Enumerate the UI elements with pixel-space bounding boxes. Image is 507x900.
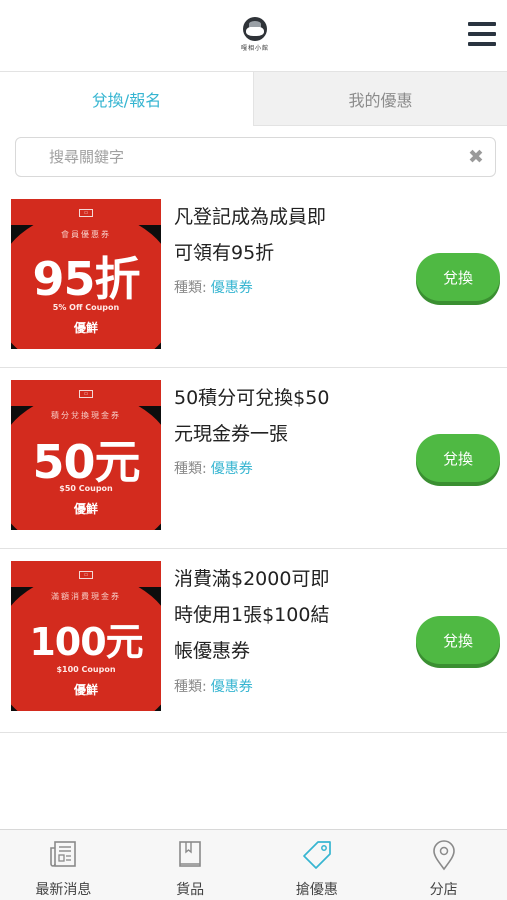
nav-label: 搶優惠 <box>295 882 338 898</box>
coupon-type-label: 種類: <box>174 679 207 695</box>
nav-label: 貨品 <box>176 882 205 898</box>
coupon-type: 種類: 優惠券 <box>174 277 253 297</box>
coupon-title-line: 元現金券一張 <box>174 423 289 445</box>
coupon-title-line: 消費滿$2000可即 <box>174 568 330 590</box>
tag-icon <box>303 841 331 869</box>
coupon-type-label: 種類: <box>174 280 207 296</box>
nav-item-branches[interactable]: 分店 <box>380 830 507 900</box>
coupon-title-line: 50積分可兌換$50 <box>174 387 330 409</box>
coupon-image-subtitle: 5% Off Coupon <box>52 303 120 312</box>
nav-item-products[interactable]: 貨品 <box>127 830 254 900</box>
coupon-title-line: 帳優惠券 <box>174 640 251 662</box>
coupon-image[interactable]: ▭ 滿額消費現金券 100元 $100 Coupon 優鮮 <box>11 561 161 711</box>
brand-logo[interactable]: 嘎相小館 <box>239 17 271 57</box>
coupon-image-subtitle: $100 Coupon <box>56 665 116 674</box>
coupon-image-brand: 優鮮 <box>73 321 98 335</box>
newspaper-icon <box>50 841 77 867</box>
coupon-image[interactable]: ▭ 積分兌換現金券 50元 $50 Coupon 優鮮 <box>11 380 161 530</box>
coupon-image-kicker: 滿額消費現金券 <box>51 592 121 601</box>
coupon-badge-icon: ▭ <box>79 209 93 217</box>
coupon-title-line: 可領有95折 <box>174 242 275 264</box>
tab-redeem-signup[interactable]: 兌換/報名 <box>0 72 253 126</box>
coupon-type-label: 種類: <box>174 461 207 477</box>
coupon-title-line: 時使用1張$100結 <box>174 604 330 626</box>
coupon-image-kicker: 會員優惠券 <box>61 230 111 239</box>
coupon-title: 凡登記成為成員即 可領有95折 <box>174 199 384 271</box>
coupon-item[interactable]: ▭ 滿額消費現金券 100元 $100 Coupon 優鮮 消費滿$2000可即… <box>0 550 507 733</box>
tab-my-offers[interactable]: 我的優惠 <box>253 72 507 126</box>
coupon-image[interactable]: ▭ 會員優惠券 95折 5% Off Coupon 優鮮 <box>11 199 161 349</box>
nav-item-news[interactable]: 最新消息 <box>0 830 127 900</box>
coupon-badge-icon: ▭ <box>79 571 93 579</box>
search-input[interactable] <box>16 138 456 176</box>
coupon-type-link[interactable]: 優惠券 <box>211 280 253 296</box>
coupon-page: 嘎相小館 兌換/報名 我的優惠 ✖ ▭ 會員優惠券 95折 5% Off Cou… <box>0 0 507 900</box>
search-box: ✖ <box>15 137 496 177</box>
book-icon <box>179 841 201 867</box>
redeem-button[interactable]: 兌換 <box>416 253 500 301</box>
coupon-item[interactable]: ▭ 積分兌換現金券 50元 $50 Coupon 優鮮 50積分可兌換$50 元… <box>0 369 507 549</box>
redeem-button[interactable]: 兌換 <box>416 616 500 664</box>
coupon-title-line: 凡登記成為成員即 <box>174 206 327 228</box>
coupon-image-headline: 100元 <box>29 620 143 664</box>
app-header: 嘎相小館 <box>0 0 507 70</box>
redeem-button[interactable]: 兌換 <box>416 434 500 482</box>
coupon-badge-icon: ▭ <box>79 390 93 398</box>
coupon-image-kicker: 積分兌換現金券 <box>51 411 121 420</box>
coupon-type: 種類: 優惠券 <box>174 458 253 478</box>
close-icon[interactable]: ✖ <box>467 147 485 167</box>
coupon-image-brand: 優鮮 <box>73 683 98 697</box>
coupon-image-headline: 50元 <box>32 435 140 489</box>
coupon-type-link[interactable]: 優惠券 <box>211 461 253 477</box>
tab-bar: 兌換/報名 我的優惠 <box>0 71 507 126</box>
map-pin-icon <box>432 840 455 871</box>
hamburger-menu-icon[interactable] <box>468 22 496 46</box>
coupon-title: 消費滿$2000可即 時使用1張$100結 帳優惠券 <box>174 561 384 669</box>
coupon-image-subtitle: $50 Coupon <box>59 484 113 493</box>
nav-label: 最新消息 <box>35 882 92 898</box>
coupon-type-link[interactable]: 優惠券 <box>211 679 253 695</box>
coupon-title: 50積分可兌換$50 元現金券一張 <box>174 380 384 452</box>
coupon-type: 種類: 優惠券 <box>174 676 253 696</box>
coupon-image-headline: 95折 <box>32 252 140 306</box>
coupon-image-brand: 優鮮 <box>73 502 98 516</box>
logo-mark-icon <box>243 17 267 41</box>
coupon-item[interactable]: ▭ 會員優惠券 95折 5% Off Coupon 優鮮 凡登記成為成員即 可領… <box>0 188 507 368</box>
nav-label: 分店 <box>429 882 458 898</box>
bottom-nav: 最新消息 貨品 搶優惠 分店 <box>0 829 507 900</box>
logo-text: 嘎相小館 <box>240 45 269 52</box>
nav-item-deals[interactable]: 搶優惠 <box>254 830 381 900</box>
